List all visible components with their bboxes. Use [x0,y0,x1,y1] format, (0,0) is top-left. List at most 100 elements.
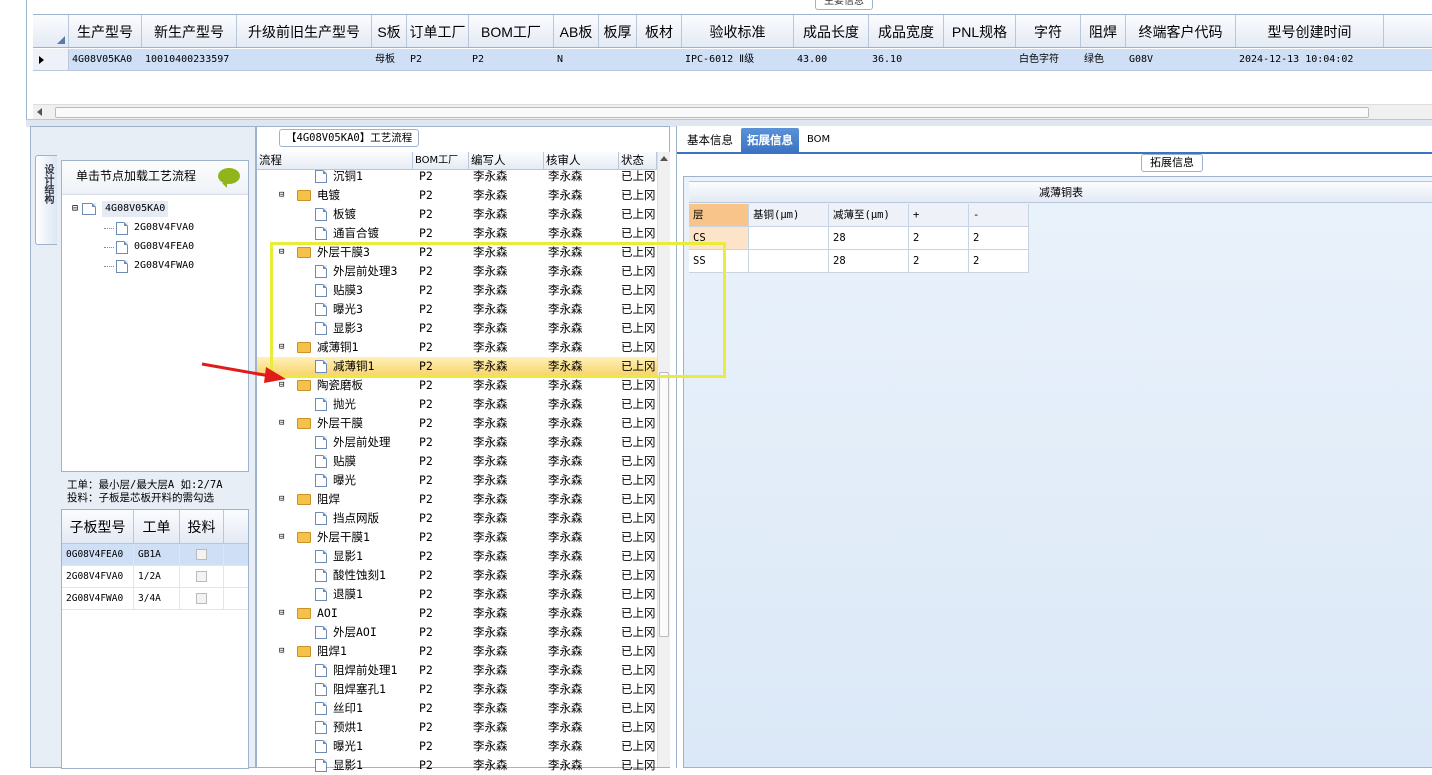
flow-cell-reviewer[interactable]: 李永森 [544,718,619,737]
flow-row[interactable]: ⊟ 阻焊 P2 李永森 李永森 已上冈 [257,490,657,509]
flow-cell-status[interactable]: 已上冈 [619,718,657,737]
flow-cell-status[interactable]: 已上冈 [619,756,657,775]
sub-cell-order[interactable]: GB1A [134,544,180,565]
copper-cell[interactable]: 2 [909,227,969,250]
tree-child-node[interactable]: 2G08V4FWA0 [104,258,194,274]
flow-cell-name[interactable]: 酸性蚀刻1 [257,566,413,585]
tree-child-node[interactable]: 2G08V4FVA0 [104,220,194,236]
copper-cell[interactable]: 2 [969,227,1029,250]
main-cell-13[interactable]: 白色字符 [1016,49,1081,70]
main-col-16[interactable]: 型号创建时间 [1236,15,1384,47]
flow-cell-bom[interactable]: P2 [413,642,469,661]
flow-cell-writer[interactable]: 李永森 [469,490,544,509]
main-col-8[interactable]: 板材 [637,15,682,47]
flow-cell-bom[interactable]: P2 [413,547,469,566]
sub-cell-feed[interactable] [180,588,224,609]
flow-cell-reviewer[interactable]: 李永森 [544,661,619,680]
main-cell-2[interactable] [237,49,372,70]
flow-cell-bom[interactable]: P2 [413,756,469,775]
flow-row[interactable]: 阻焊塞孔1 P2 李永森 李永森 已上冈 [257,680,657,699]
main-col-2[interactable]: 升级前旧生产型号 [237,15,372,47]
flow-cell-reviewer[interactable]: 李永森 [544,167,619,186]
sub-grid-row[interactable]: 2G08V4FVA0 1/2A [62,566,248,588]
flow-cell-writer[interactable]: 李永森 [469,376,544,395]
sub-col-order[interactable]: 工单 [134,510,180,543]
col-layer[interactable]: 层 [689,204,749,227]
flow-cell-reviewer[interactable]: 李永森 [544,471,619,490]
flow-cell-name[interactable]: ⊟ 电镀 [257,186,413,205]
expand-toggle-icon[interactable]: ⊟ [279,186,284,205]
flow-cell-status[interactable]: 已上冈 [619,452,657,471]
flow-cell-status[interactable]: 已上冈 [619,737,657,756]
flow-cell-status[interactable]: 已上冈 [619,604,657,623]
flow-cell-bom[interactable]: P2 [413,509,469,528]
flow-cell-name[interactable]: 通盲合镀 [257,224,413,243]
flow-cell-writer[interactable]: 李永森 [469,509,544,528]
flow-cell-name[interactable]: 显影1 [257,756,413,775]
flow-cell-bom[interactable]: P2 [413,661,469,680]
flow-cell-reviewer[interactable]: 李永森 [544,737,619,756]
feed-checkbox[interactable] [196,549,207,560]
flow-cell-writer[interactable]: 李永森 [469,718,544,737]
flow-cell-status[interactable]: 已上冈 [619,509,657,528]
main-cell-7[interactable] [599,49,637,70]
main-cell-4[interactable]: P2 [407,49,469,70]
col-base-copper[interactable]: 基铜(μm) [749,204,829,227]
flow-row[interactable]: 贴膜 P2 李永森 李永森 已上冈 [257,452,657,471]
flow-cell-status[interactable]: 已上冈 [619,167,657,186]
main-col-9[interactable]: 验收标准 [682,15,794,47]
main-cell-8[interactable] [637,49,682,70]
flow-cell-writer[interactable]: 李永森 [469,186,544,205]
expand-toggle-icon[interactable]: ⊟ [279,414,284,433]
flow-cell-bom[interactable]: P2 [413,433,469,452]
sub-col-model[interactable]: 子板型号 [62,510,134,543]
flow-row[interactable]: 显影1 P2 李永森 李永森 已上冈 [257,547,657,566]
main-cell-1[interactable]: 10010400233597 [142,49,237,70]
expand-toggle-icon[interactable]: ⊟ [279,528,284,547]
flow-cell-reviewer[interactable]: 李永森 [544,623,619,642]
flow-cell-reviewer[interactable]: 李永森 [544,585,619,604]
flow-cell-name[interactable]: 外层AOI [257,623,413,642]
flow-cell-name[interactable]: 曝光 [257,471,413,490]
horizontal-scrollbar[interactable] [33,104,1432,119]
flow-row[interactable]: 抛光 P2 李永森 李永森 已上冈 [257,395,657,414]
main-cell-15[interactable]: G08V [1126,49,1236,70]
flow-cell-bom[interactable]: P2 [413,737,469,756]
flow-cell-reviewer[interactable]: 李永森 [544,224,619,243]
main-col-14[interactable]: 阻焊 [1081,15,1126,47]
flow-cell-name[interactable]: ⊟ 外层干膜 [257,414,413,433]
flow-cell-writer[interactable]: 李永森 [469,604,544,623]
flow-row[interactable]: 外层AOI P2 李永森 李永森 已上冈 [257,623,657,642]
flow-cell-writer[interactable]: 李永森 [469,566,544,585]
col-plus[interactable]: + [909,204,969,227]
flow-cell-reviewer[interactable]: 李永森 [544,756,619,775]
flow-row[interactable]: ⊟ 电镀 P2 李永森 李永森 已上冈 [257,186,657,205]
flow-cell-name[interactable]: 退膜1 [257,585,413,604]
scroll-left-icon[interactable] [37,108,42,116]
flow-cell-status[interactable]: 已上冈 [619,490,657,509]
copper-cell[interactable] [749,227,829,250]
flow-cell-reviewer[interactable]: 李永森 [544,604,619,623]
flow-cell-writer[interactable]: 李永森 [469,699,544,718]
flow-cell-reviewer[interactable]: 李永森 [544,509,619,528]
flow-cell-bom[interactable]: P2 [413,452,469,471]
flow-cell-bom[interactable]: P2 [413,718,469,737]
col-minus[interactable]: - [969,204,1029,227]
tab-bom[interactable]: BOM [801,128,836,152]
flow-cell-writer[interactable]: 李永森 [469,414,544,433]
col-reduce-to[interactable]: 减薄至(μm) [829,204,909,227]
main-cell-5[interactable]: P2 [469,49,554,70]
design-structure-tab[interactable]: 设计结构 [35,155,57,245]
flow-cell-bom[interactable]: P2 [413,414,469,433]
flow-cell-bom[interactable]: P2 [413,623,469,642]
flow-cell-name[interactable]: 贴膜 [257,452,413,471]
flow-row[interactable]: 板镀 P2 李永森 李永森 已上冈 [257,205,657,224]
flow-cell-status[interactable]: 已上冈 [619,661,657,680]
flow-cell-name[interactable]: 丝印1 [257,699,413,718]
flow-row[interactable]: 通盲合镀 P2 李永森 李永森 已上冈 [257,224,657,243]
chat-bubble-icon[interactable] [218,168,240,188]
flow-cell-writer[interactable]: 李永森 [469,585,544,604]
flow-cell-name[interactable]: 阻焊前处理1 [257,661,413,680]
flow-cell-writer[interactable]: 李永森 [469,433,544,452]
main-col-7[interactable]: 板厚 [599,15,637,47]
